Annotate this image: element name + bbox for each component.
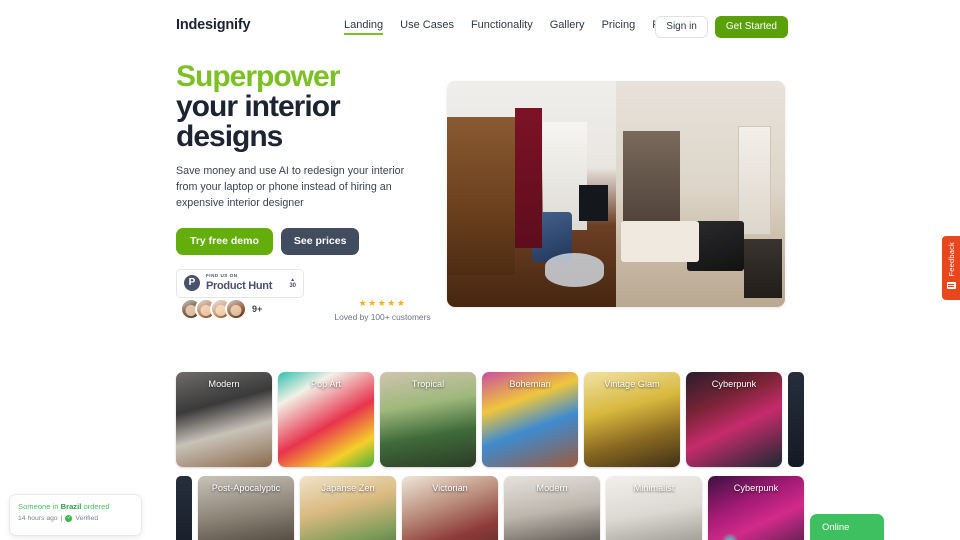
get-started-button[interactable]: Get Started [714, 16, 788, 38]
style-card-label: Vintage Glam [604, 379, 660, 389]
neon-glow-icon [721, 533, 740, 540]
avatar-count-label: 9+ [252, 304, 263, 314]
style-card-label: Post-Apocalyptic [211, 483, 281, 493]
style-card-cyberpunk[interactable]: Cyberpunk [686, 372, 782, 467]
toast-prefix: Someone in [18, 502, 61, 511]
toast-separator: | [60, 514, 63, 522]
hero-title-line2: your interior [176, 90, 341, 123]
hero-image-before [447, 81, 616, 307]
style-card-post-apocalyptic[interactable]: Post-Apocalyptic [198, 476, 294, 540]
page-title: Superpower your interior designs [176, 62, 431, 152]
style-card-label: Modern [208, 379, 240, 389]
toast-meta: 14 hours ago | ✓ Verified [18, 514, 133, 522]
header-actions: Sign in Get Started [655, 16, 788, 38]
hero-title-highlight: Superpower [176, 60, 340, 93]
see-prices-button[interactable]: See prices [280, 228, 360, 255]
style-card-partial-next[interactable] [788, 372, 804, 467]
nav-item-gallery[interactable]: Gallery [550, 19, 585, 33]
rating-block: ★★★★★ Loved by 100+ customers [330, 298, 435, 323]
toast-location: Brazil [60, 502, 82, 511]
hero-before-after-image[interactable] [447, 81, 785, 307]
style-gallery-row-2: Post-Apocalyptic Japanse Zen Victorian M… [176, 476, 804, 540]
chat-status-label: Online [822, 521, 850, 533]
try-free-demo-button[interactable]: Try free demo [176, 228, 273, 255]
product-hunt-badge[interactable]: P FIND US ON Product Hunt ▲ 30 [176, 268, 304, 298]
product-hunt-text: FIND US ON Product Hunt [206, 274, 272, 292]
site-header: Indesignify Landing Use Cases Functional… [0, 0, 960, 50]
nav-item-functionality[interactable]: Functionality [471, 19, 533, 33]
hero-section: Superpower your interior designs Save mo… [176, 62, 431, 298]
style-card-cyberpunk-2[interactable]: Cyberpunk [708, 476, 804, 540]
style-card-label: Tropical [411, 379, 445, 389]
sign-in-button[interactable]: Sign in [655, 16, 708, 38]
style-gallery-row-1: Modern Pop Art Tropical Bohemian Vintage… [176, 372, 804, 467]
after-sofa [686, 221, 745, 271]
style-card-modern-2[interactable]: Modern [504, 476, 600, 540]
style-card-label: Bohemian [509, 379, 551, 389]
avatar [225, 298, 247, 320]
style-card-partial-previous[interactable] [176, 476, 192, 540]
product-hunt-eyebrow: FIND US ON [206, 273, 238, 279]
style-card-label: Modern [536, 483, 568, 493]
style-card-bohemian[interactable]: Bohemian [482, 372, 578, 467]
style-card-minimalist[interactable]: Minimalist [606, 476, 702, 540]
hero-cta-group: Try free demo See prices [176, 228, 431, 255]
style-card-label: Cyberpunk [711, 379, 757, 389]
social-proof-avatars: 9+ [180, 298, 262, 320]
product-hunt-name: Product Hunt [206, 279, 273, 292]
product-hunt-icon: P [184, 275, 200, 292]
toast-verified-label: Verified [75, 514, 99, 522]
after-shelf [744, 239, 782, 298]
product-hunt-votes: ▲ 30 [289, 277, 296, 289]
hero-title-line3: designs [176, 120, 283, 153]
product-hunt-vote-count: 30 [289, 282, 296, 289]
style-card-vintage-glam[interactable]: Vintage Glam [584, 372, 680, 467]
nav-item-use-cases[interactable]: Use Cases [400, 19, 454, 33]
order-notification-toast[interactable]: Someone in Brazil ordered 14 hours ago |… [9, 494, 142, 536]
style-card-modern[interactable]: Modern [176, 372, 272, 467]
star-rating-icon: ★★★★★ [358, 298, 407, 308]
hero-subtitle: Save money and use AI to redesign your i… [176, 165, 405, 210]
style-card-victorian[interactable]: Victorian [402, 476, 498, 540]
style-card-tropical[interactable]: Tropical [380, 372, 476, 467]
style-card-label: Japanse Zen [321, 483, 375, 493]
nav-item-pricing[interactable]: Pricing [602, 19, 636, 33]
main-navigation: Landing Use Cases Functionality Gallery … [344, 19, 674, 35]
before-tv [578, 184, 608, 222]
style-card-japanse-zen[interactable]: Japanse Zen [300, 476, 396, 540]
brand-logo[interactable]: Indesignify [176, 17, 251, 33]
loved-by-label: Loved by 100+ customers [334, 312, 431, 322]
feedback-tab[interactable]: Feedback [942, 236, 960, 300]
nav-item-landing[interactable]: Landing [344, 19, 384, 35]
avatar-group [180, 298, 247, 320]
feedback-form-icon [946, 281, 956, 289]
verified-check-icon: ✓ [65, 514, 73, 522]
style-card-label: Pop Art [310, 379, 342, 389]
toast-timestamp: 14 hours ago [18, 514, 58, 522]
style-card-label: Cyberpunk [733, 483, 779, 493]
before-rug [545, 252, 605, 287]
style-card-pop-art[interactable]: Pop Art [278, 372, 374, 467]
after-door [737, 126, 772, 235]
hero-image-after [616, 81, 785, 307]
toast-message: Someone in Brazil ordered [18, 502, 133, 512]
feedback-tab-label: Feedback [946, 242, 956, 277]
style-card-label: Victorian [432, 483, 468, 493]
chat-widget-button[interactable]: Online [810, 514, 884, 540]
style-card-label: Minimalist [633, 483, 675, 493]
toast-suffix: ordered [81, 502, 110, 511]
